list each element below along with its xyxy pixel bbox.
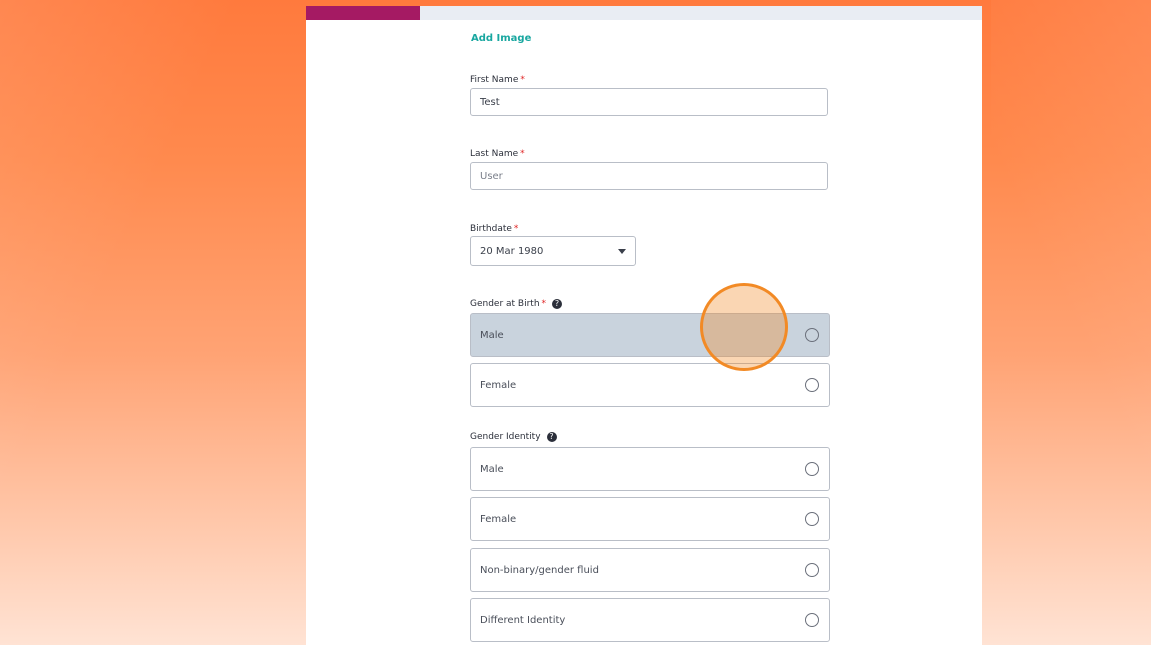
first-name-label: First Name * — [470, 75, 525, 85]
birthdate-value: 20 Mar 1980 — [480, 245, 544, 257]
birthdate-label: Birthdate * — [470, 224, 518, 234]
birthdate-label-text: Birthdate — [470, 224, 512, 234]
question-circle-icon[interactable]: ? — [552, 299, 563, 309]
last-name-label: Last Name * — [470, 149, 525, 159]
required-marker: * — [520, 75, 525, 85]
gender-identity-option-different[interactable]: Different Identity — [470, 598, 830, 642]
question-circle-icon[interactable]: ? — [546, 432, 557, 442]
brand-accent-bar — [306, 6, 420, 20]
last-name-label-text: Last Name — [470, 149, 519, 159]
required-marker: * — [520, 149, 525, 159]
first-name-input[interactable]: Test — [470, 88, 828, 116]
gender-at-birth-label-text: Gender at Birth — [470, 299, 540, 309]
radio-empty-icon[interactable] — [805, 563, 819, 577]
radio-empty-icon[interactable] — [805, 378, 819, 392]
gender-identity-label-text: Gender Identity — [470, 432, 541, 442]
caret-down-icon — [618, 248, 626, 254]
option-label: Female — [480, 379, 517, 391]
gender-identity-option-nonbinary[interactable]: Non-binary/gender fluid — [470, 548, 830, 592]
top-bar — [306, 6, 982, 20]
gender-identity-label: Gender Identity ? — [470, 432, 557, 442]
birthdate-select[interactable]: 20 Mar 1980 — [470, 236, 636, 266]
last-name-placeholder: User — [480, 170, 503, 182]
option-label: Different Identity — [480, 614, 566, 626]
option-label: Male — [480, 463, 504, 475]
gender-identity-option-male[interactable]: Male — [470, 447, 830, 491]
option-label: Female — [480, 513, 517, 525]
first-name-label-text: First Name — [470, 75, 519, 85]
option-label: Non-binary/gender fluid — [480, 564, 599, 576]
radio-empty-icon[interactable] — [805, 512, 819, 526]
last-name-input[interactable]: User — [470, 162, 828, 190]
add-image-link[interactable]: Add Image — [471, 33, 531, 44]
radio-empty-icon[interactable] — [805, 462, 819, 476]
radio-empty-icon[interactable] — [805, 613, 819, 627]
profile-form-panel: Add Image First Name * Test Last Name * Us… — [306, 6, 982, 645]
required-marker: * — [513, 224, 519, 234]
gender-at-birth-label: Gender at Birth * ? — [470, 299, 563, 309]
first-name-value: Test — [480, 96, 500, 108]
gender-at-birth-option-female[interactable]: Female — [470, 363, 830, 407]
option-label: Male — [480, 329, 504, 341]
radio-empty-icon[interactable] — [805, 328, 819, 342]
required-marker: * — [541, 299, 547, 309]
click-indicator — [700, 283, 788, 371]
gender-identity-option-female[interactable]: Female — [470, 497, 830, 541]
